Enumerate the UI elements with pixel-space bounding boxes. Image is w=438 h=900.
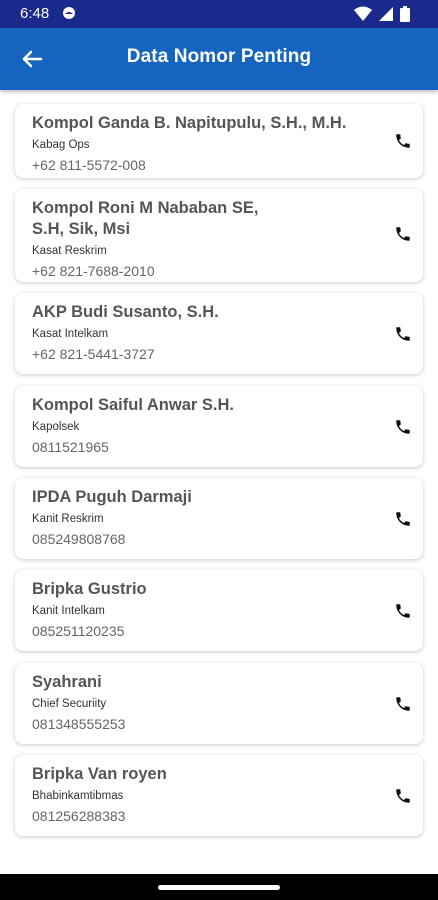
contact-role: Kasat Intelkam [32, 328, 109, 340]
status-time: 6:48 [20, 5, 50, 22]
contact-role: Bhabinkamtibmas [32, 790, 124, 802]
phone-icon [396, 134, 410, 148]
contact-info: IPDA Puguh Darmaji Kanit Reskrim 0852498… [32, 478, 372, 548]
contact-info: Kompol Ganda B. Napitupulu, S.H., M.H. K… [32, 104, 372, 174]
contact-role: Chief Securiity [32, 698, 107, 710]
contact-phone: 081348555253 [32, 716, 126, 732]
contact-phone: 0811521965 [32, 439, 109, 455]
contact-role: Kasat Reskrim [32, 245, 107, 257]
contact-card[interactable]: AKP Budi Susanto, S.H. Kasat Intelkam +6… [15, 293, 423, 374]
status-icons [354, 6, 410, 22]
contact-name: Syahrani [32, 673, 102, 691]
contact-role: Kanit Intelkam [32, 605, 105, 617]
call-button[interactable] [391, 129, 415, 153]
wifi-icon [354, 6, 372, 21]
contact-phone: +62 821-7688-2010 [32, 263, 155, 279]
contact-role: Kapolsek [32, 421, 80, 433]
contact-card[interactable]: Kompol Saiful Anwar S.H. Kapolsek 081152… [15, 386, 423, 467]
call-button[interactable] [391, 222, 415, 246]
contact-info: AKP Budi Susanto, S.H. Kasat Intelkam +6… [32, 293, 372, 363]
system-nav-bar [0, 874, 438, 900]
phone-icon [396, 604, 410, 618]
app-bar: Data Nomor Penting [0, 28, 438, 90]
contact-phone: 085249808768 [32, 531, 126, 547]
signal-icon [379, 7, 393, 21]
contact-role: Kanit Reskrim [32, 513, 104, 525]
app-notification-icon [63, 7, 75, 19]
call-button[interactable] [391, 322, 415, 346]
contact-card[interactable]: Kompol Ganda B. Napitupulu, S.H., M.H. K… [15, 104, 423, 178]
contact-name: Bripka Gustrio [32, 580, 147, 598]
contact-card[interactable]: Syahrani Chief Securiity 081348555253 [15, 663, 423, 744]
contact-name: IPDA Puguh Darmaji [32, 488, 192, 506]
call-button[interactable] [391, 415, 415, 439]
phone-icon [396, 227, 410, 241]
contact-info: Kompol Roni M Nababan SE, S.H, Sik, Msi … [32, 189, 262, 280]
contact-info: Bripka Gustrio Kanit Intelkam 0852511202… [32, 570, 372, 640]
phone-icon [396, 327, 410, 341]
contact-name: AKP Budi Susanto, S.H. [32, 303, 219, 321]
contact-card[interactable]: Bripka Van royen Bhabinkamtibmas 0812562… [15, 755, 423, 836]
contact-name: Bripka Van royen [32, 765, 167, 783]
phone-icon [396, 420, 410, 434]
contact-info: Syahrani Chief Securiity 081348555253 [32, 663, 372, 733]
home-gesture-pill[interactable] [158, 885, 280, 890]
call-button[interactable] [391, 784, 415, 808]
contact-card[interactable]: IPDA Puguh Darmaji Kanit Reskrim 0852498… [15, 478, 423, 559]
contact-info: Bripka Van royen Bhabinkamtibmas 0812562… [32, 755, 372, 825]
contact-info: Kompol Saiful Anwar S.H. Kapolsek 081152… [32, 386, 372, 456]
call-button[interactable] [391, 599, 415, 623]
phone-icon [396, 789, 410, 803]
call-button[interactable] [391, 692, 415, 716]
page-title: Data Nomor Penting [126, 46, 312, 67]
contact-phone: 081256288383 [32, 808, 126, 824]
phone-icon [396, 697, 410, 711]
contact-role: Kabag Ops [32, 139, 90, 151]
contact-phone: +62 811-5572-008 [32, 157, 146, 173]
contact-name: Kompol Roni M Nababan SE, S.H, Sik, Msi [32, 199, 259, 238]
call-button[interactable] [391, 507, 415, 531]
status-bar: 6:48 [0, 0, 438, 28]
contact-name: Kompol Saiful Anwar S.H. [32, 396, 234, 414]
phone-icon [396, 512, 410, 526]
battery-icon [400, 6, 410, 22]
contact-list[interactable]: Kompol Ganda B. Napitupulu, S.H., M.H. K… [0, 90, 438, 874]
contact-phone: +62 821-5441-3727 [32, 346, 155, 362]
contact-card[interactable]: Kompol Roni M Nababan SE, S.H, Sik, Msi … [15, 189, 423, 282]
contact-phone: 085251120235 [32, 623, 125, 639]
contact-card[interactable]: Bripka Gustrio Kanit Intelkam 0852511202… [15, 570, 423, 651]
contact-name: Kompol Ganda B. Napitupulu, S.H., M.H. [32, 114, 347, 132]
